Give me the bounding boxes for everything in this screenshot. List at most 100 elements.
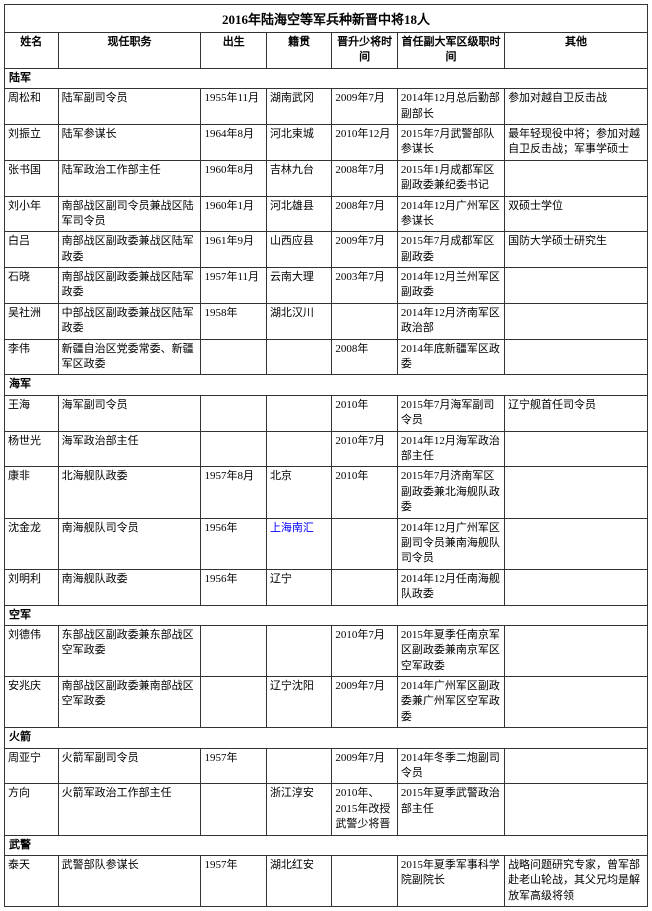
cell-origin — [266, 395, 331, 431]
cell-birth: 1964年8月 — [201, 124, 266, 160]
cell-name: 康非 — [5, 467, 59, 518]
cell-promote — [332, 303, 397, 339]
cell-vice: 2015年7月济南军区副政委兼北海舰队政委 — [397, 467, 504, 518]
cell-birth: 1956年 — [201, 569, 266, 605]
cell-birth — [201, 431, 266, 467]
cell-job: 南部战区副政委兼南部战区空军政委 — [58, 677, 201, 728]
cell-vice: 2014年底新疆军区政委 — [397, 339, 504, 375]
cell-other: 参加对越自卫反击战 — [505, 89, 648, 125]
table-row: 刘明利南海舰队政委1956年辽宁2014年12月任南海舰队政委 — [5, 569, 648, 605]
cell-vice: 2014年12月广州军区参谋长 — [397, 196, 504, 232]
cell-promote: 2008年7月 — [332, 160, 397, 196]
section-header-row: 陆军 — [5, 68, 648, 88]
section-name: 海军 — [5, 375, 648, 395]
cell-birth — [201, 625, 266, 676]
cell-promote — [332, 569, 397, 605]
header-vice: 首任副大军区级职时间 — [397, 33, 504, 69]
cell-vice: 2015年7月武警部队参谋长 — [397, 124, 504, 160]
cell-name: 安兆庆 — [5, 677, 59, 728]
cell-name: 刘德伟 — [5, 625, 59, 676]
cell-job: 南部战区副政委兼战区陆军政委 — [58, 232, 201, 268]
table-row: 沈金龙南海舰队司令员1956年上海南汇2014年12月广州军区副司令员兼南海舰队… — [5, 518, 648, 569]
cell-vice: 2014年12月海军政治部主任 — [397, 431, 504, 467]
cell-other: 国防大学硕士研究生 — [505, 232, 648, 268]
cell-other — [505, 677, 648, 728]
cell-promote: 2010年 — [332, 467, 397, 518]
cell-name: 张书国 — [5, 160, 59, 196]
cell-promote: 2009年7月 — [332, 89, 397, 125]
cell-promote: 2008年 — [332, 339, 397, 375]
section-header-row: 武警 — [5, 835, 648, 855]
cell-name: 刘振立 — [5, 124, 59, 160]
main-table: 姓名 现任职务 出生 籍贯 晋升少将时间 首任副大军区级职时间 其他 陆军周松和… — [4, 32, 648, 907]
cell-birth: 1958年 — [201, 303, 266, 339]
cell-name: 吴社洲 — [5, 303, 59, 339]
cell-vice: 2015年7月海军副司令员 — [397, 395, 504, 431]
cell-birth — [201, 395, 266, 431]
table-row: 刘德伟东部战区副政委兼东部战区空军政委2010年7月2015年夏季任南京军区副政… — [5, 625, 648, 676]
table-row: 吴社洲中部战区副政委兼战区陆军政委1958年湖北汉川2014年12月济南军区政治… — [5, 303, 648, 339]
cell-other: 双硕士学位 — [505, 196, 648, 232]
section-header-row: 火箭 — [5, 728, 648, 748]
cell-origin: 湖南武冈 — [266, 89, 331, 125]
cell-name: 白吕 — [5, 232, 59, 268]
cell-job: 海军政治部主任 — [58, 431, 201, 467]
cell-birth: 1957年 — [201, 855, 266, 906]
cell-birth: 1961年9月 — [201, 232, 266, 268]
page-title: 2016年陆海空等军兵种新晋中将18人 — [4, 4, 648, 32]
cell-job: 南部战区副政委兼战区陆军政委 — [58, 268, 201, 304]
section-header-row: 空军 — [5, 605, 648, 625]
cell-birth: 1957年8月 — [201, 467, 266, 518]
cell-origin: 上海南汇 — [266, 518, 331, 569]
table-row: 王海海军副司令员2010年2015年7月海军副司令员辽宁舰首任司令员 — [5, 395, 648, 431]
cell-job: 南海舰队政委 — [58, 569, 201, 605]
section-name: 武警 — [5, 835, 648, 855]
cell-other — [505, 784, 648, 835]
header-job: 现任职务 — [58, 33, 201, 69]
cell-origin: 湖北汉川 — [266, 303, 331, 339]
header-birth: 出生 — [201, 33, 266, 69]
cell-origin: 河北雄县 — [266, 196, 331, 232]
cell-origin: 湖北红安 — [266, 855, 331, 906]
cell-origin: 浙江淳安 — [266, 784, 331, 835]
cell-origin — [266, 431, 331, 467]
cell-job: 中部战区副政委兼战区陆军政委 — [58, 303, 201, 339]
cell-other: 战略问题研究专家，曾军部赴老山轮战，其父兄均是解放军高级将领 — [505, 855, 648, 906]
cell-other — [505, 303, 648, 339]
section-name: 陆军 — [5, 68, 648, 88]
header-origin: 籍贯 — [266, 33, 331, 69]
table-row: 康非北海舰队政委1957年8月北京2010年2015年7月济南军区副政委兼北海舰… — [5, 467, 648, 518]
cell-job: 火箭军副司令员 — [58, 748, 201, 784]
cell-vice: 2015年夏季武警政治部主任 — [397, 784, 504, 835]
cell-job: 南海舰队司令员 — [58, 518, 201, 569]
cell-promote: 2010年、2015年改授武警少将晋 — [332, 784, 397, 835]
cell-job: 南部战区副司令员兼战区陆军司令员 — [58, 196, 201, 232]
cell-name: 周松和 — [5, 89, 59, 125]
cell-vice: 2015年夏季军事科学院副院长 — [397, 855, 504, 906]
cell-origin: 北京 — [266, 467, 331, 518]
cell-origin: 吉林九台 — [266, 160, 331, 196]
cell-promote: 2003年7月 — [332, 268, 397, 304]
cell-promote: 2010年7月 — [332, 625, 397, 676]
cell-promote: 2010年12月 — [332, 124, 397, 160]
table-row: 安兆庆南部战区副政委兼南部战区空军政委辽宁沈阳2009年7月2014年广州军区副… — [5, 677, 648, 728]
cell-name: 沈金龙 — [5, 518, 59, 569]
cell-job: 火箭军政治工作部主任 — [58, 784, 201, 835]
cell-other: 辽宁舰首任司令员 — [505, 395, 648, 431]
cell-promote: 2009年7月 — [332, 748, 397, 784]
cell-job: 海军副司令员 — [58, 395, 201, 431]
cell-name: 刘小年 — [5, 196, 59, 232]
cell-promote: 2009年7月 — [332, 232, 397, 268]
cell-other — [505, 431, 648, 467]
cell-promote: 2008年7月 — [332, 196, 397, 232]
cell-job: 陆军政治工作部主任 — [58, 160, 201, 196]
cell-promote: 2010年7月 — [332, 431, 397, 467]
table-row: 白吕南部战区副政委兼战区陆军政委1961年9月山西应县2009年7月2015年7… — [5, 232, 648, 268]
cell-origin — [266, 339, 331, 375]
cell-name: 石晓 — [5, 268, 59, 304]
cell-origin: 辽宁沈阳 — [266, 677, 331, 728]
cell-other — [505, 569, 648, 605]
cell-promote — [332, 518, 397, 569]
table-header-row: 姓名 现任职务 出生 籍贯 晋升少将时间 首任副大军区级职时间 其他 — [5, 33, 648, 69]
cell-birth: 1960年8月 — [201, 160, 266, 196]
